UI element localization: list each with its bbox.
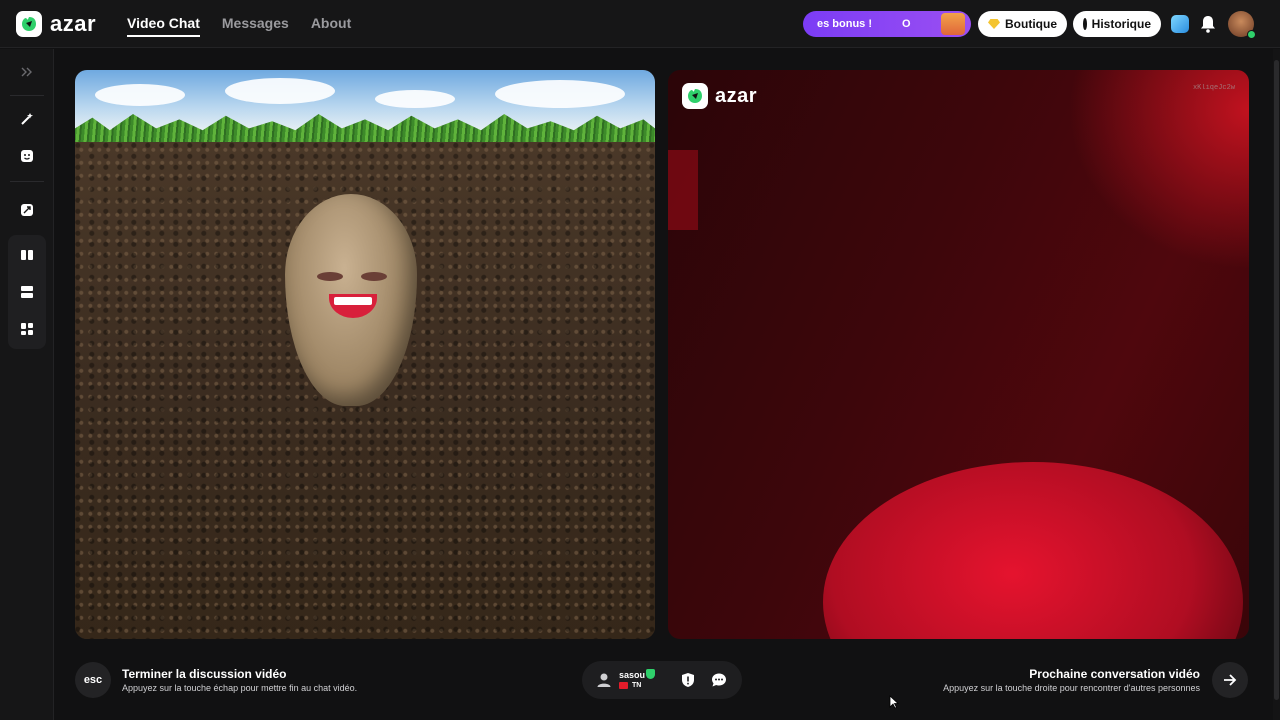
country-code: TN [632, 682, 642, 689]
face-filter-icon[interactable] [8, 139, 46, 173]
layout-side-by-side-icon[interactable] [8, 238, 46, 272]
sidebar-divider [10, 181, 44, 182]
clock-icon [1083, 18, 1090, 30]
azar-logo-icon [16, 11, 42, 37]
remote-azar-logo: azar [682, 83, 757, 109]
top-bar: azar Video Chat Messages About es bonus … [0, 0, 1280, 48]
nav-about[interactable]: About [311, 15, 351, 37]
expand-icon[interactable] [8, 55, 46, 89]
flag-icon [619, 682, 628, 689]
boutique-label: Boutique [1005, 17, 1057, 31]
stream-id: xKliqeJc2w [1192, 84, 1235, 92]
layout-group [8, 235, 46, 349]
azar-logo-icon [682, 83, 708, 109]
bell-icon[interactable] [1200, 15, 1216, 33]
sidebar [0, 49, 54, 720]
arrow-right-icon [1224, 674, 1237, 686]
historique-label: Historique [1091, 17, 1151, 31]
bonus-text: es bonus ! [817, 18, 873, 30]
shuffle-icon[interactable] [8, 193, 46, 227]
end-chat-title: Terminer la discussion vidéo [122, 667, 287, 681]
layout-stacked-icon[interactable] [8, 275, 46, 309]
red-glow [1068, 70, 1249, 270]
partner-info-bar: sasou TN [582, 661, 742, 699]
logo-text: azar [50, 11, 97, 36]
partner-country: TN [619, 682, 641, 689]
diamond-icon [988, 19, 1000, 29]
partner-username[interactable]: sasou [619, 670, 645, 680]
verified-badge-icon [646, 669, 655, 679]
layout-grid-icon[interactable] [8, 312, 46, 346]
next-chat-hint: Appuyez sur la touche droite pour rencon… [943, 683, 1200, 693]
end-chat-hint: Appuyez sur la touche échap pour mettre … [122, 683, 358, 693]
main-nav: Video Chat Messages About [127, 15, 351, 37]
boutique-button[interactable]: Boutique [978, 11, 1067, 37]
shield-alert-icon [682, 673, 694, 687]
avatar[interactable] [1228, 11, 1256, 39]
bonus-text-2: O [902, 18, 911, 30]
mouth [329, 294, 377, 318]
remote-logo-text: azar [715, 84, 758, 107]
next-chat-title: Prochaine conversation vidéo [1029, 667, 1200, 681]
sidebar-divider [10, 95, 44, 96]
gift-icon [941, 13, 965, 35]
right-eye [361, 272, 387, 281]
magic-wand-icon[interactable] [8, 102, 46, 136]
mouse-cursor-icon [889, 695, 900, 709]
scrollbar-thumb[interactable] [1274, 60, 1279, 700]
historique-button[interactable]: Historique [1073, 11, 1161, 37]
next-chat-button[interactable] [1212, 662, 1248, 698]
left-eye [317, 272, 343, 281]
red-blob [823, 462, 1243, 639]
gem-icon[interactable] [1171, 15, 1189, 33]
online-badge [1247, 30, 1256, 39]
user-icon [596, 672, 612, 688]
chat-button[interactable] [709, 670, 729, 690]
end-chat-button[interactable]: esc [75, 662, 111, 698]
red-edge [668, 150, 698, 230]
remote-video: azar xKliqeJc2w [668, 70, 1249, 639]
nav-video-chat[interactable]: Video Chat [127, 15, 200, 37]
chat-bubble-icon [712, 673, 726, 687]
bonus-banner[interactable]: es bonus ! O [803, 11, 971, 37]
nav-messages[interactable]: Messages [222, 15, 289, 37]
azar-logo[interactable]: azar [16, 11, 96, 37]
report-button[interactable] [678, 670, 698, 690]
local-video [75, 70, 655, 639]
